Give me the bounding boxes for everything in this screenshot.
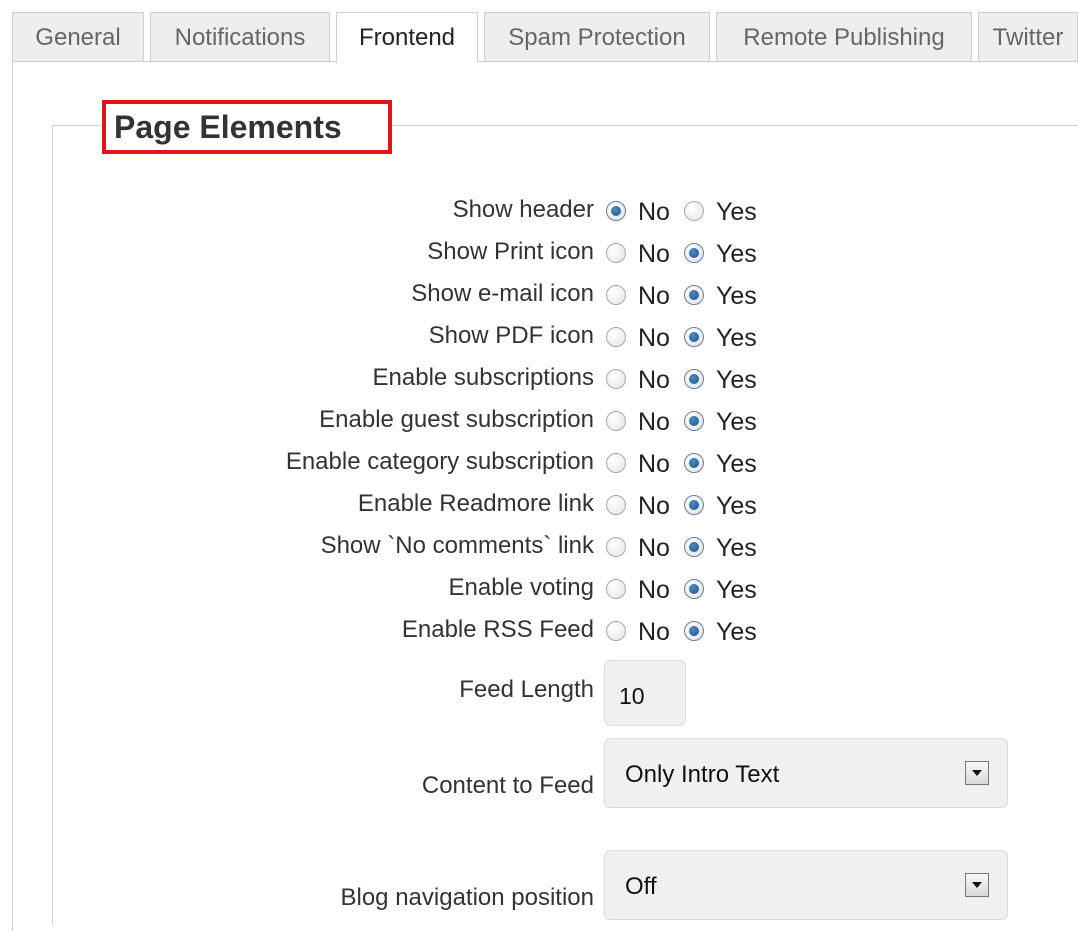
radio-no[interactable] (606, 494, 626, 515)
setting-label: Show header (452, 196, 594, 223)
radio-no-label[interactable]: No (638, 450, 670, 479)
radio-yes-label[interactable]: Yes (716, 408, 757, 437)
radio-group: No Yes (606, 280, 771, 311)
tab-remote-publishing[interactable]: Remote Publishing (716, 12, 972, 62)
radio-no[interactable] (606, 536, 626, 557)
radio-no[interactable] (606, 410, 626, 431)
radio-yes[interactable] (683, 368, 704, 389)
setting-row-enable-guest-subscription: Enable guest subscription No Yes (0, 398, 900, 440)
blog-navigation-select[interactable]: Off (604, 850, 1008, 920)
radio-no-label[interactable]: No (638, 576, 670, 605)
radio-no-label[interactable]: No (638, 282, 670, 311)
setting-row-enable-voting: Enable voting No Yes (0, 566, 900, 608)
radio-no[interactable] (606, 578, 626, 599)
radio-no[interactable] (606, 200, 626, 221)
radio-no-label[interactable]: No (638, 408, 670, 437)
settings-rows: Show header No Yes Show Print icon No Ye… (0, 188, 900, 650)
radio-yes[interactable] (683, 410, 704, 431)
setting-label: Enable category subscription (285, 448, 594, 475)
setting-label: Enable subscriptions (372, 364, 594, 391)
radio-group: No Yes (606, 448, 771, 479)
radio-group: No Yes (606, 574, 771, 605)
tab-frontend[interactable]: Frontend (336, 12, 478, 63)
radio-yes-label[interactable]: Yes (716, 618, 757, 647)
radio-yes-label[interactable]: Yes (716, 324, 757, 353)
radio-no-label[interactable]: No (638, 366, 670, 395)
radio-yes-label[interactable]: Yes (716, 492, 757, 521)
radio-group: No Yes (606, 238, 771, 269)
radio-yes[interactable] (683, 620, 704, 641)
setting-row-show-no-comments-link: Show `No comments` link No Yes (0, 524, 900, 566)
blog-navigation-label: Blog navigation position (340, 884, 594, 911)
radio-yes-label[interactable]: Yes (716, 282, 757, 311)
tab-bar: General Notifications Frontend Spam Prot… (12, 12, 1078, 63)
feed-length-input[interactable]: 10 (604, 660, 686, 726)
radio-no-label[interactable]: No (638, 618, 670, 647)
setting-label: Enable Readmore link (357, 490, 594, 517)
content-to-feed-select[interactable]: Only Intro Text (604, 738, 1008, 808)
radio-no[interactable] (606, 284, 626, 305)
setting-row-show-header: Show header No Yes (0, 188, 900, 230)
setting-row-show-email-icon: Show e-mail icon No Yes (0, 272, 900, 314)
setting-row-enable-category-subscription: Enable category subscription No Yes (0, 440, 900, 482)
radio-yes-label[interactable]: Yes (716, 534, 757, 563)
radio-yes[interactable] (683, 200, 704, 221)
setting-label: Show `No comments` link (320, 532, 594, 559)
radio-yes-label[interactable]: Yes (716, 198, 757, 227)
content-to-feed-value: Only Intro Text (625, 761, 780, 788)
radio-yes[interactable] (683, 494, 704, 515)
radio-group: No Yes (606, 196, 771, 227)
setting-label: Show Print icon (427, 238, 594, 265)
setting-row-enable-subscriptions: Enable subscriptions No Yes (0, 356, 900, 398)
tab-spam-protection[interactable]: Spam Protection (484, 12, 710, 62)
tab-notifications[interactable]: Notifications (150, 12, 330, 62)
radio-group: No Yes (606, 532, 771, 563)
radio-no[interactable] (606, 368, 626, 389)
radio-yes-label[interactable]: Yes (716, 366, 757, 395)
radio-yes[interactable] (683, 536, 704, 557)
legend-text: Page Elements (114, 108, 342, 145)
fieldset-legend: Page Elements (102, 100, 392, 154)
setting-row-enable-rss-feed: Enable RSS Feed No Yes (0, 608, 900, 650)
setting-label: Enable voting (448, 574, 594, 601)
radio-group: No Yes (606, 616, 771, 647)
radio-no[interactable] (606, 242, 626, 263)
chevron-down-icon[interactable] (965, 873, 989, 897)
radio-no[interactable] (606, 620, 626, 641)
radio-group: No Yes (606, 406, 771, 437)
radio-yes-label[interactable]: Yes (716, 576, 757, 605)
content-to-feed-label: Content to Feed (421, 772, 594, 799)
radio-group: No Yes (606, 364, 771, 395)
radio-no[interactable] (606, 326, 626, 347)
blog-navigation-value: Off (625, 873, 657, 900)
setting-label: Show PDF icon (428, 322, 594, 349)
tab-panel-border (12, 61, 1078, 62)
radio-yes[interactable] (683, 326, 704, 347)
radio-no[interactable] (606, 452, 626, 473)
setting-row-enable-readmore-link: Enable Readmore link No Yes (0, 482, 900, 524)
setting-row-show-print-icon: Show Print icon No Yes (0, 230, 900, 272)
tab-twitter[interactable]: Twitter (978, 12, 1078, 62)
radio-yes-label[interactable]: Yes (716, 450, 757, 479)
radio-yes[interactable] (683, 578, 704, 599)
radio-yes[interactable] (683, 284, 704, 305)
setting-label: Show e-mail icon (411, 280, 594, 307)
radio-group: No Yes (606, 322, 771, 353)
radio-no-label[interactable]: No (638, 324, 670, 353)
setting-row-show-pdf-icon: Show PDF icon No Yes (0, 314, 900, 356)
tab-general[interactable]: General (12, 12, 144, 62)
radio-no-label[interactable]: No (638, 492, 670, 521)
radio-no-label[interactable]: No (638, 240, 670, 269)
setting-label: Enable guest subscription (319, 406, 594, 433)
radio-group: No Yes (606, 490, 771, 521)
chevron-down-icon[interactable] (965, 761, 989, 785)
feed-length-label: Feed Length (459, 676, 594, 703)
radio-yes[interactable] (683, 452, 704, 473)
radio-no-label[interactable]: No (638, 198, 670, 227)
radio-yes[interactable] (683, 242, 704, 263)
radio-yes-label[interactable]: Yes (716, 240, 757, 269)
radio-no-label[interactable]: No (638, 534, 670, 563)
setting-label: Enable RSS Feed (401, 616, 594, 643)
